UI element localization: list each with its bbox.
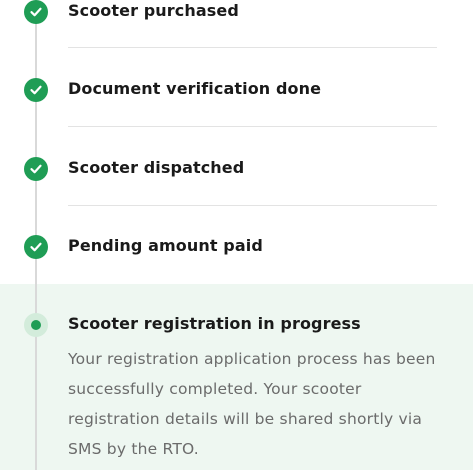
step-label: Scooter purchased — [68, 1, 239, 20]
step-label: Scooter registration in progress — [68, 314, 361, 333]
divider — [68, 205, 437, 206]
check-icon — [24, 235, 48, 259]
divider — [68, 126, 437, 127]
check-icon — [24, 157, 48, 181]
check-icon — [24, 0, 48, 24]
check-icon — [24, 78, 48, 102]
step-label: Pending amount paid — [68, 236, 263, 255]
order-status-timeline: Scooter purchased Document verification … — [0, 0, 473, 470]
step-description: Your registration application process ha… — [68, 350, 436, 458]
divider — [68, 47, 437, 48]
step-label: Document verification done — [68, 79, 322, 98]
step-label: Scooter dispatched — [68, 158, 245, 177]
progress-dot-center — [31, 320, 41, 330]
progress-dot-icon — [24, 313, 48, 337]
